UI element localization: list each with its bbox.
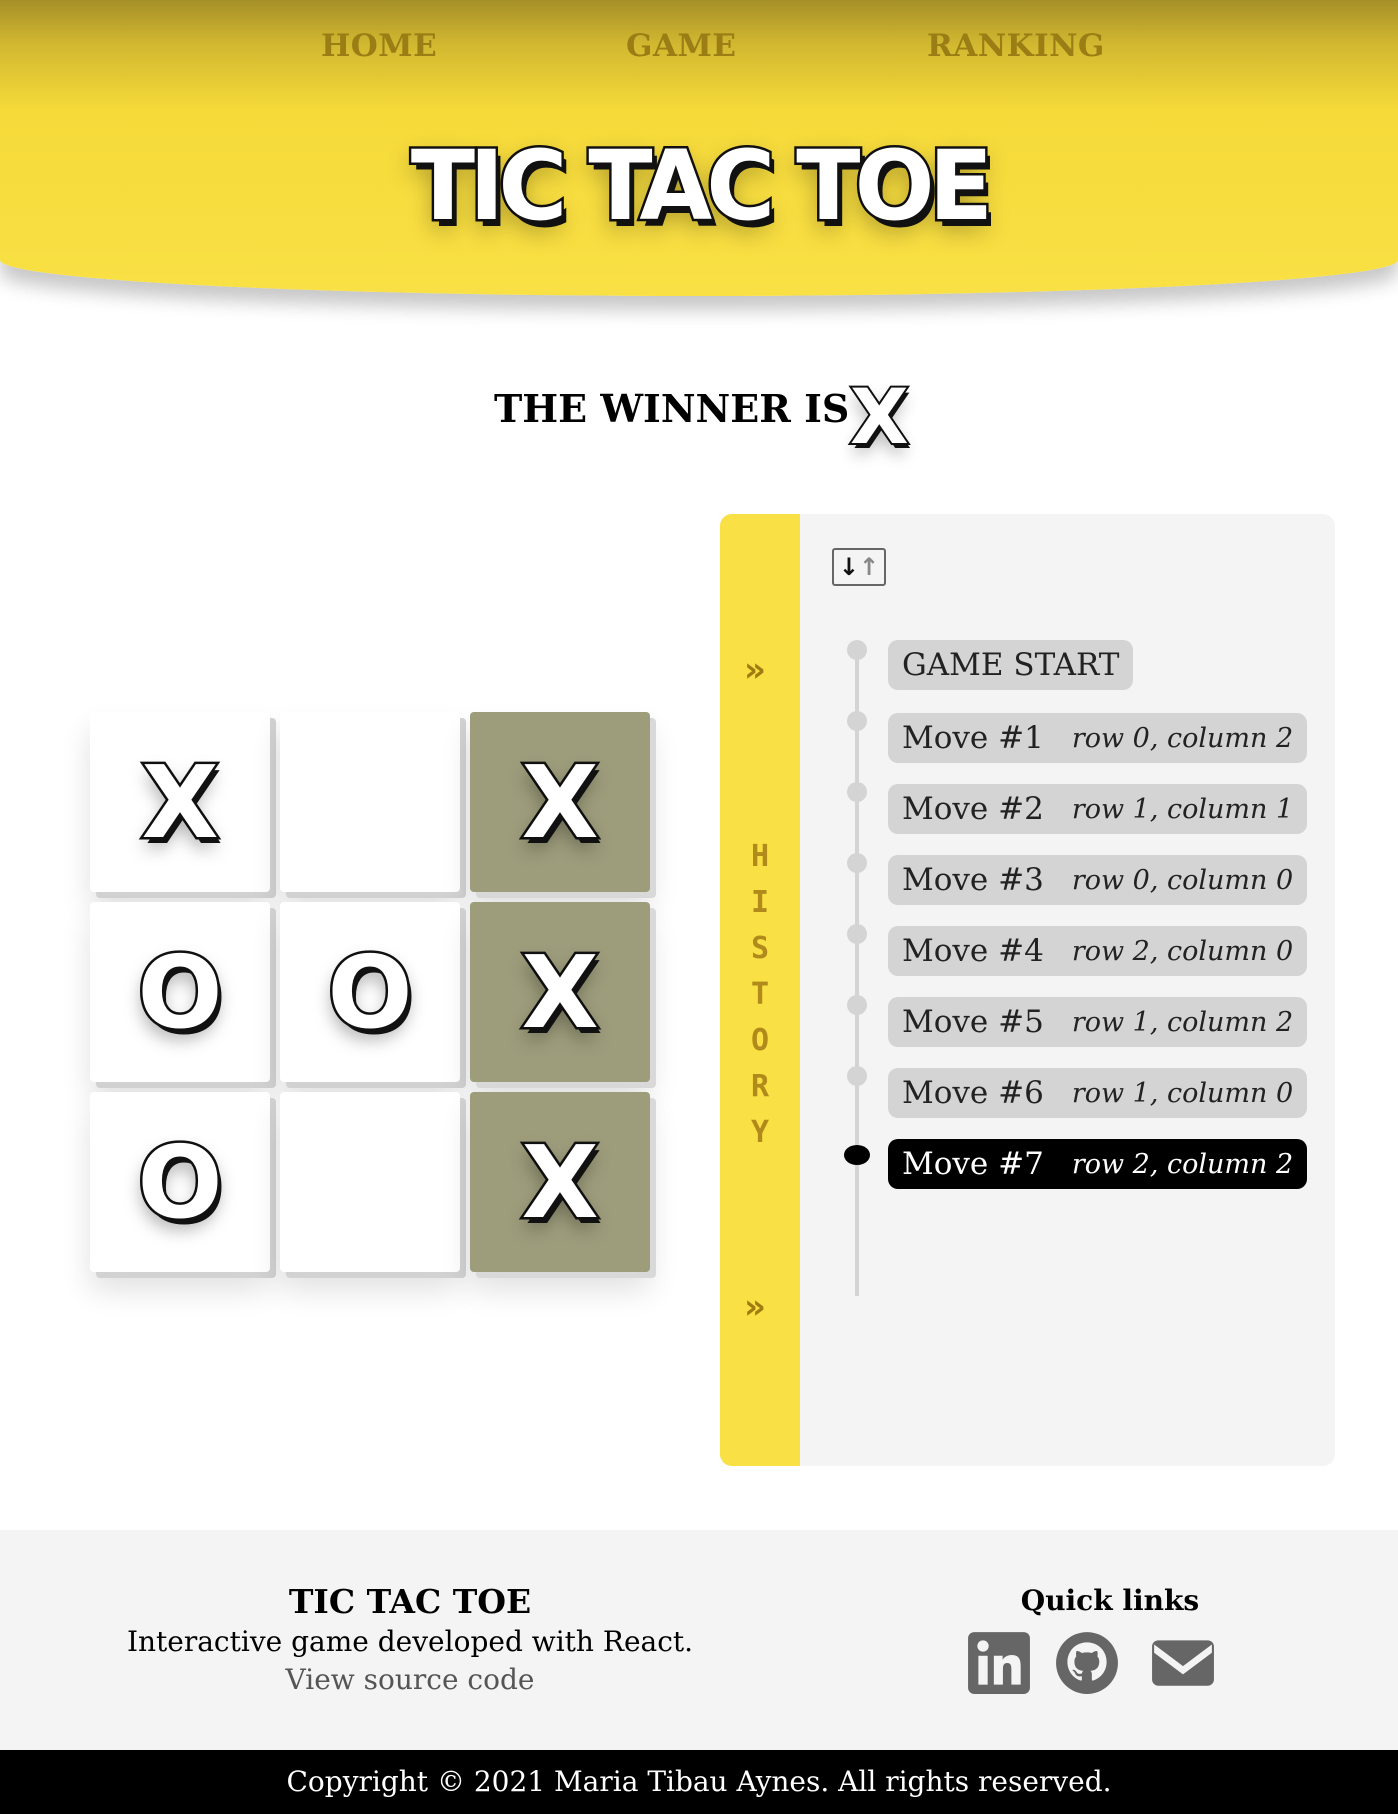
timeline-dot: [847, 782, 867, 802]
view-source-link[interactable]: View source code: [0, 1663, 820, 1696]
board-cell[interactable]: [280, 1092, 460, 1272]
header: HOME GAME RANKING TIC TAC TOE: [0, 0, 1398, 296]
game-board: X X O O X O X: [90, 712, 650, 1272]
sort-order-button[interactable]: ↓↑: [832, 548, 886, 586]
board-cell[interactable]: X: [470, 902, 650, 1082]
move-history-item[interactable]: Move #2 row 1, column 1: [888, 784, 1308, 834]
board-cell[interactable]: X: [470, 1092, 650, 1272]
history-label: HISTORY: [750, 839, 770, 1150]
move-position: row 0, column 2: [1071, 722, 1294, 754]
move-history-item[interactable]: Move #3 row 0, column 0: [888, 855, 1308, 905]
move-history-item[interactable]: Move #7 row 2, column 2: [888, 1139, 1308, 1189]
linkedin-icon[interactable]: [966, 1630, 1032, 1696]
move-label: Move #3: [902, 862, 1044, 898]
timeline-dot: [847, 640, 867, 660]
winner-label: THE WINNER IS: [494, 386, 850, 431]
nav-game-link[interactable]: GAME: [626, 28, 736, 64]
move-position: row 2, column 2: [1071, 1148, 1294, 1180]
quick-links-title: Quick links: [1020, 1584, 1200, 1617]
move-history-item[interactable]: Move #4 row 2, column 0: [888, 926, 1308, 976]
board-cell[interactable]: [280, 712, 460, 892]
move-position: row 1, column 0: [1071, 1077, 1294, 1109]
timeline-dot: [844, 1145, 870, 1165]
move-history-item[interactable]: Move #6 row 1, column 0: [888, 1068, 1308, 1118]
board-cell[interactable]: O: [90, 1092, 270, 1272]
move-position: row 0, column 0: [1071, 864, 1294, 896]
timeline-dot: [847, 853, 867, 873]
footer-title: TIC TAC TOE: [288, 1582, 532, 1621]
double-chevron-right-icon[interactable]: »: [744, 1287, 766, 1327]
nav-home-link[interactable]: HOME: [321, 28, 437, 64]
move-history-item[interactable]: Move #5 row 1, column 2: [888, 997, 1308, 1047]
move-label: Move #1: [902, 720, 1044, 756]
page-title: TIC TAC TOE: [408, 128, 995, 245]
footer-description: Interactive game developed with React.: [126, 1625, 694, 1658]
move-label: Move #6: [902, 1075, 1044, 1111]
move-label: Move #5: [902, 1004, 1044, 1040]
board-cell[interactable]: X: [90, 712, 270, 892]
sort-arrows-icon: ↓↑: [838, 553, 880, 581]
timeline-dot: [847, 924, 867, 944]
history-panel: » HISTORY » ↓↑ GAME START Move #1 row 0, c…: [720, 514, 1335, 1466]
footer: TIC TAC TOE Interactive game developed w…: [0, 1530, 1398, 1750]
move-label: Move #4: [902, 933, 1044, 969]
double-chevron-right-icon[interactable]: »: [744, 650, 766, 690]
game-start-button[interactable]: GAME START: [888, 640, 1134, 690]
nav-ranking-link[interactable]: RANKING: [927, 28, 1105, 64]
copyright: Copyright © 2021 Maria Tibau Aynes. All …: [0, 1750, 1398, 1814]
timeline-dot: [847, 1066, 867, 1086]
move-position: row 1, column 1: [1071, 793, 1294, 825]
mail-icon[interactable]: [1150, 1630, 1216, 1696]
move-position: row 1, column 2: [1071, 1006, 1294, 1038]
timeline-dot: [847, 995, 867, 1015]
move-position: row 2, column 0: [1071, 935, 1294, 967]
history-timeline: [855, 642, 859, 1296]
github-icon[interactable]: [1054, 1630, 1120, 1696]
move-history-item[interactable]: Move #1 row 0, column 2: [888, 713, 1308, 763]
move-label: Move #7: [902, 1146, 1044, 1182]
move-label: GAME START: [902, 647, 1120, 683]
move-label: Move #2: [902, 791, 1044, 827]
winner-mark: X: [848, 370, 911, 463]
timeline-dot: [847, 711, 867, 731]
board-cell[interactable]: O: [280, 902, 460, 1082]
history-sidebar: » HISTORY »: [720, 514, 800, 1466]
board-cell[interactable]: X: [470, 712, 650, 892]
board-cell[interactable]: O: [90, 902, 270, 1082]
